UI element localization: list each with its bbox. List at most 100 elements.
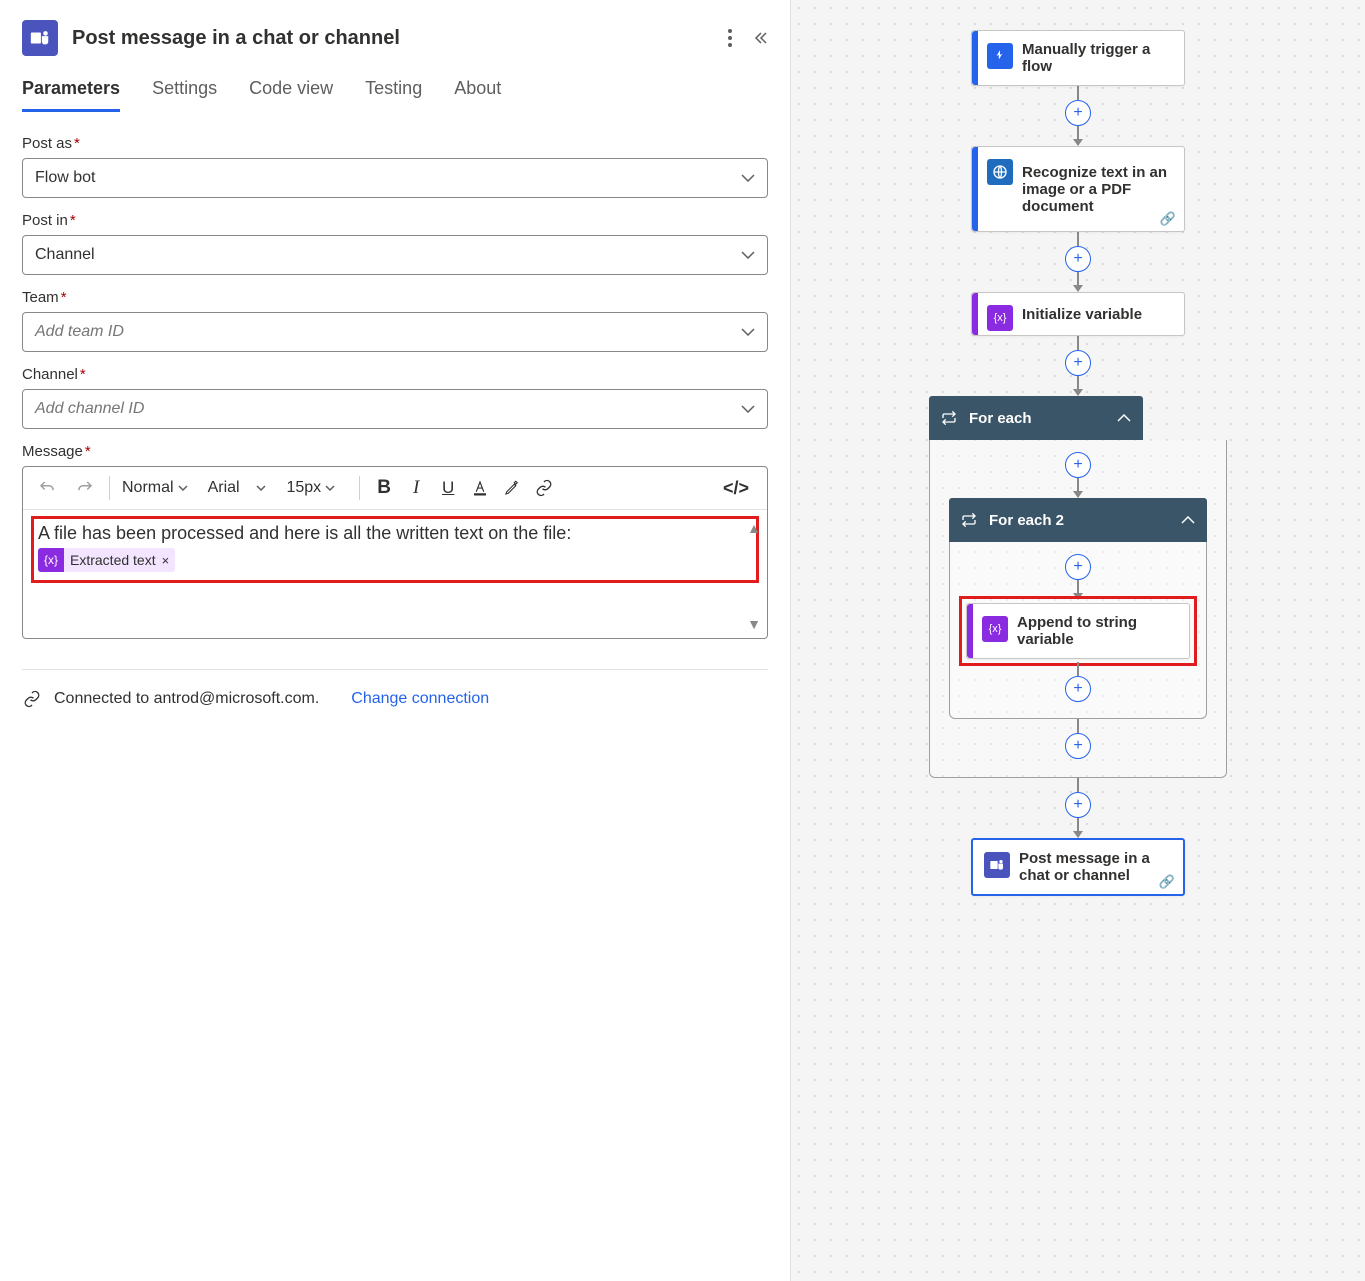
field-channel: Channel* Add channel ID — [22, 366, 768, 429]
select-post-in-value: Channel — [35, 246, 95, 264]
add-step-button[interactable]: + — [1065, 100, 1091, 126]
font-select[interactable]: Arial — [206, 475, 269, 501]
card-post-message[interactable]: Post message in a chat or channel 🔗 — [971, 838, 1185, 896]
tab-about[interactable]: About — [454, 78, 501, 112]
italic-icon[interactable]: I — [402, 473, 430, 503]
tabs: Parameters Settings Code view Testing Ab… — [22, 78, 768, 113]
select-team[interactable]: Add team ID — [22, 312, 768, 352]
add-step-button[interactable]: + — [1065, 676, 1091, 702]
ai-icon — [987, 159, 1013, 185]
add-step-button[interactable]: + — [1065, 554, 1091, 580]
style-select[interactable]: Normal — [120, 475, 190, 501]
loop-for-each: For each + For each 2 + — [929, 396, 1227, 778]
highlight-annotation: A file has been processed and here is al… — [31, 516, 759, 583]
placeholder-channel: Add channel ID — [35, 400, 144, 418]
chevron-down-icon — [741, 174, 755, 182]
label-post-in: Post in — [22, 212, 68, 229]
card-ocr[interactable]: Recognize text in an image or a PDF docu… — [971, 146, 1185, 232]
variable-icon: {x} — [982, 616, 1008, 642]
teams-icon — [984, 852, 1010, 878]
add-step-button[interactable]: + — [1065, 452, 1091, 478]
divider — [22, 669, 768, 670]
card-init-var-label: Initialize variable — [1016, 293, 1184, 335]
connection-icon — [22, 690, 42, 708]
label-message: Message — [22, 443, 83, 460]
add-step-button[interactable]: + — [1065, 350, 1091, 376]
link-icon: 🔗 — [1160, 211, 1176, 227]
connection-info: Connected to antrod@microsoft.com. Chang… — [22, 690, 768, 708]
card-trigger[interactable]: Manually trigger a flow — [971, 30, 1185, 86]
tab-code-view[interactable]: Code view — [249, 78, 333, 112]
field-post-in: Post in* Channel — [22, 212, 768, 275]
card-ocr-label: Recognize text in an image or a PDF docu… — [1016, 147, 1184, 231]
panel-header: Post message in a chat or channel — [22, 20, 768, 56]
collapse-icon[interactable] — [752, 30, 768, 46]
message-editor: Normal Arial 15px B I U </> A file has b… — [22, 466, 768, 639]
change-connection-link[interactable]: Change connection — [351, 690, 489, 708]
select-post-in[interactable]: Channel — [22, 235, 768, 275]
card-append[interactable]: {x} Append to string variable — [966, 603, 1190, 659]
flow-canvas[interactable]: Manually trigger a flow + Recognize text… — [790, 0, 1365, 1281]
add-step-button[interactable]: + — [1065, 792, 1091, 818]
tab-settings[interactable]: Settings — [152, 78, 217, 112]
add-step-button[interactable]: + — [1065, 733, 1091, 759]
font-color-icon[interactable] — [466, 475, 494, 501]
card-init-var[interactable]: {x} Initialize variable — [971, 292, 1185, 336]
loop-for-each-label: For each — [969, 410, 1032, 427]
add-step-button[interactable]: + — [1065, 246, 1091, 272]
editor-body[interactable]: A file has been processed and here is al… — [23, 510, 767, 638]
link-icon: 🔗 — [1159, 874, 1175, 890]
highlight-annotation: {x} Append to string variable — [959, 596, 1197, 666]
loop-header-for-each[interactable]: For each — [929, 396, 1143, 440]
loop-header-for-each-2[interactable]: For each 2 — [949, 498, 1207, 542]
connection-account: antrod@microsoft.com — [154, 690, 315, 707]
card-append-label: Append to string variable — [1011, 604, 1189, 658]
select-post-as[interactable]: Flow bot — [22, 158, 768, 198]
more-icon[interactable] — [728, 29, 732, 47]
select-channel[interactable]: Add channel ID — [22, 389, 768, 429]
code-view-toggle[interactable]: </> — [715, 474, 757, 503]
loop-for-each-2: For each 2 + {x} Append to string variab… — [949, 498, 1207, 719]
action-config-panel: Post message in a chat or channel Parame… — [0, 0, 790, 1281]
teams-icon — [22, 20, 58, 56]
variable-icon: {x} — [38, 548, 64, 572]
loop-icon — [941, 410, 957, 426]
scroll-down-icon[interactable]: ▼ — [747, 616, 761, 632]
placeholder-team: Add team ID — [35, 323, 124, 341]
trigger-icon — [987, 43, 1013, 69]
chevron-down-icon — [741, 251, 755, 259]
card-trigger-label: Manually trigger a flow — [1016, 31, 1184, 85]
undo-icon[interactable] — [33, 475, 61, 501]
variable-icon: {x} — [987, 305, 1013, 331]
chevron-up-icon[interactable] — [1117, 414, 1131, 422]
message-text: A file has been processed and here is al… — [38, 523, 752, 544]
variable-token-extracted-text[interactable]: {x} Extracted text × — [38, 548, 175, 572]
panel-title: Post message in a chat or channel — [72, 27, 714, 50]
tab-parameters[interactable]: Parameters — [22, 78, 120, 112]
tab-testing[interactable]: Testing — [365, 78, 422, 112]
redo-icon[interactable] — [71, 475, 99, 501]
card-post-label: Post message in a chat or channel — [1013, 840, 1183, 894]
label-channel: Channel — [22, 366, 78, 383]
field-post-as: Post as* Flow bot — [22, 135, 768, 198]
close-icon[interactable]: × — [162, 553, 176, 568]
chevron-down-icon — [741, 405, 755, 413]
connection-label: Connected to — [54, 690, 154, 707]
scroll-up-icon[interactable]: ▲ — [747, 520, 761, 536]
field-team: Team* Add team ID — [22, 289, 768, 352]
highlight-icon[interactable] — [498, 475, 526, 501]
link-icon[interactable] — [530, 475, 558, 501]
select-post-as-value: Flow bot — [35, 169, 95, 187]
bold-icon[interactable]: B — [370, 473, 398, 503]
chevron-down-icon — [741, 328, 755, 336]
underline-icon[interactable]: U — [434, 474, 462, 502]
field-message: Message* Normal Arial 15px B I U — [22, 443, 768, 639]
label-post-as: Post as — [22, 135, 72, 152]
chevron-up-icon[interactable] — [1181, 516, 1195, 524]
label-team: Team — [22, 289, 59, 306]
editor-toolbar: Normal Arial 15px B I U </> — [23, 467, 767, 510]
loop-icon — [961, 512, 977, 528]
loop-for-each-2-label: For each 2 — [989, 512, 1064, 529]
size-select[interactable]: 15px — [284, 475, 337, 501]
variable-token-label: Extracted text — [64, 552, 162, 568]
